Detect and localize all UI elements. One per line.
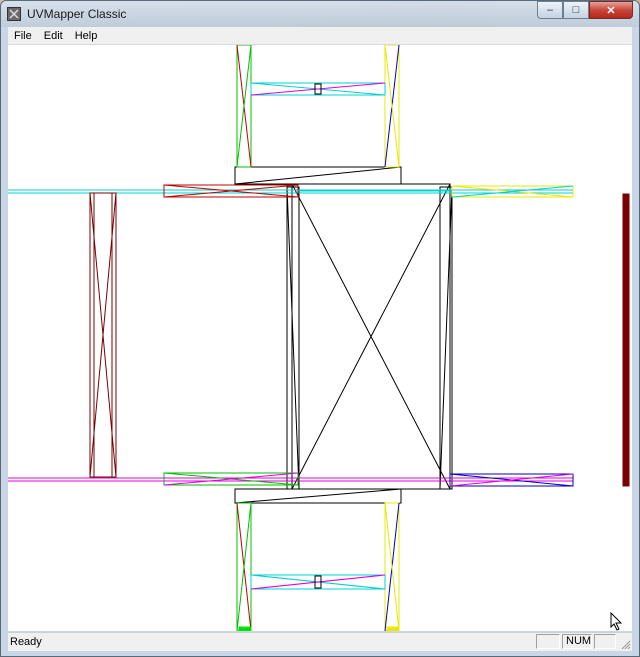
maximize-icon[interactable]: □ [563,1,589,19]
size-grip-icon[interactable] [619,638,631,650]
app-window: UVMapper Classic – □ ✕ File Edit Help Re… [0,0,640,657]
status-pane-1 [536,634,560,649]
mouse-cursor-icon [610,612,623,631]
uv-top-strip [234,45,402,185]
uv-bottom-band [8,472,574,487]
uv-left-strip [89,192,117,478]
window-title: UVMapper Classic [27,7,127,21]
caption-buttons: – □ ✕ [537,1,633,19]
menu-help[interactable]: Help [69,30,104,42]
minimize-icon[interactable]: – [537,1,563,19]
title-bar[interactable]: UVMapper Classic – □ ✕ [1,1,639,27]
uv-wireframe [8,45,630,631]
status-text: Ready [10,636,42,648]
status-bar: Ready NUM [8,632,632,651]
uv-right-strip [622,193,630,487]
uv-center-box [286,183,453,490]
menu-bar: File Edit Help [8,27,632,45]
uv-bottom-strip [234,488,402,631]
menu-file[interactable]: File [8,30,38,42]
close-icon[interactable]: ✕ [589,1,633,19]
menu-edit[interactable]: Edit [38,30,69,42]
status-pane-3 [594,634,616,649]
uv-map-canvas[interactable] [8,45,632,631]
app-icon[interactable] [7,7,21,21]
status-pane-num: NUM [562,634,592,649]
